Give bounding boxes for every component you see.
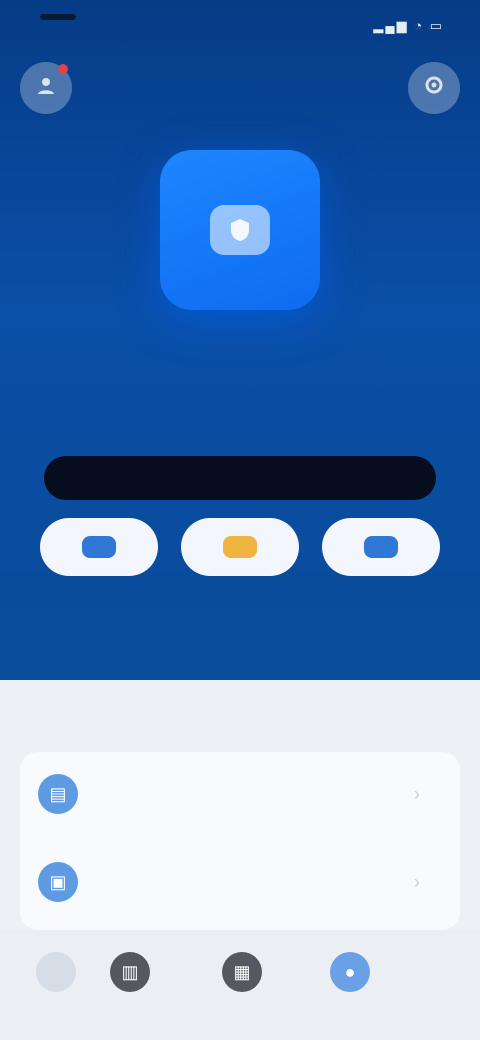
chart-icon: ▥ xyxy=(110,952,150,992)
coin-icon xyxy=(223,536,257,558)
chevron-right-icon: › xyxy=(414,871,420,892)
gear-icon xyxy=(423,74,445,102)
grid-icon: ▦ xyxy=(222,952,262,992)
hero-panel: ▂▄▆ ◔ ▭ xyxy=(0,0,480,690)
shield-icon xyxy=(210,205,270,255)
home-icon xyxy=(36,952,76,992)
tab-bar: ▥ ▦ ● xyxy=(0,930,480,1040)
status-time xyxy=(40,14,76,20)
tab-user[interactable]: ● xyxy=(318,952,382,1032)
settings-button[interactable] xyxy=(408,62,460,114)
list-item[interactable]: ▣ › xyxy=(20,852,460,912)
quick-actions xyxy=(40,518,440,578)
lock-icon: ▣ xyxy=(38,862,78,902)
send-icon xyxy=(364,536,398,558)
tab-chart[interactable]: ▥ xyxy=(98,952,162,1032)
avatar-button[interactable] xyxy=(20,62,72,114)
status-icons: ▂▄▆ ◔ ▭ xyxy=(373,18,444,33)
quick-action-coin[interactable] xyxy=(181,518,299,576)
quick-action-send[interactable] xyxy=(322,518,440,576)
app-logo-tile xyxy=(160,150,320,310)
notification-dot xyxy=(58,64,68,74)
status-bar: ▂▄▆ ◔ ▭ xyxy=(0,0,480,48)
person-icon xyxy=(35,74,57,102)
user-icon: ● xyxy=(330,952,370,992)
document-icon: ▤ xyxy=(38,774,78,814)
card-icon xyxy=(82,536,116,558)
tab-grid[interactable]: ▦ xyxy=(210,952,274,1032)
tab-home[interactable] xyxy=(24,952,88,1032)
chevron-right-icon: › xyxy=(414,783,420,804)
list-item[interactable]: ▤ › xyxy=(20,764,460,824)
quick-action-card[interactable] xyxy=(40,518,158,576)
settings-card: ▤ › ▣ › xyxy=(20,752,460,930)
primary-action-button[interactable] xyxy=(44,456,436,500)
